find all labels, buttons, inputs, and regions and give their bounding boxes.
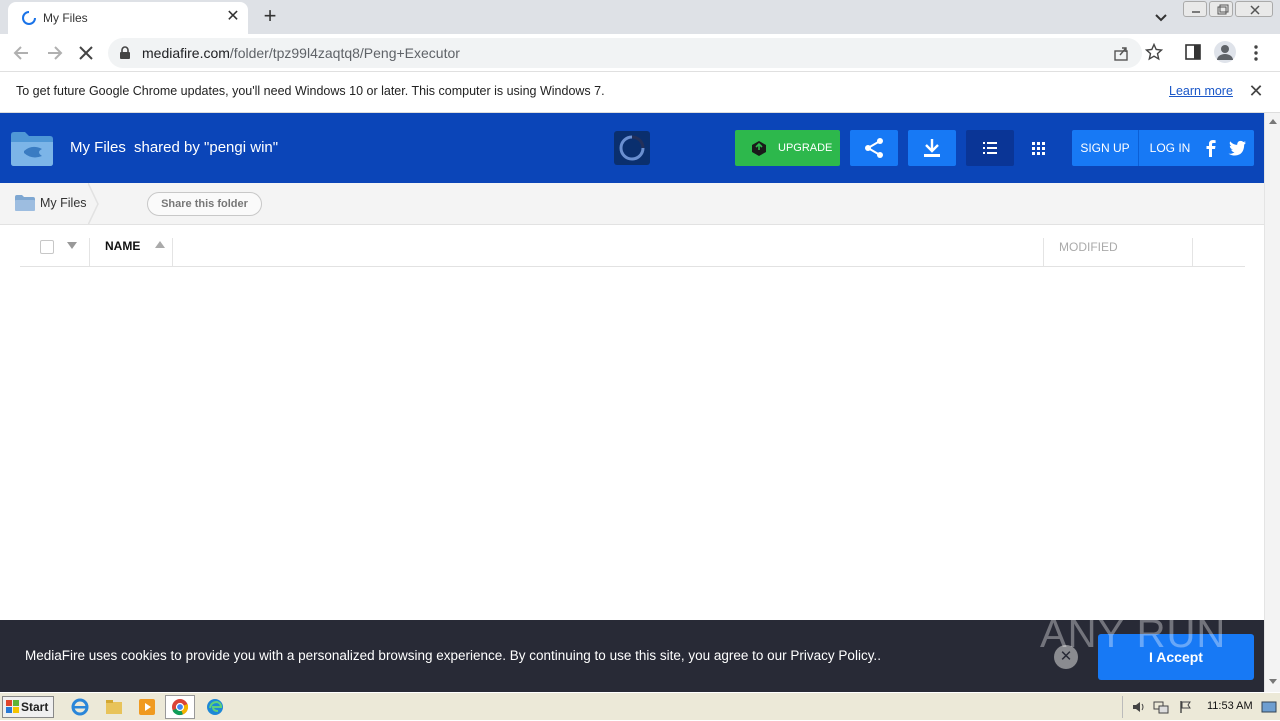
tab-close-icon[interactable]: ✕	[224, 8, 242, 26]
volume-icon[interactable]	[1131, 700, 1147, 714]
new-tab-icon[interactable]: +	[259, 5, 281, 27]
show-desktop-icon[interactable]	[1261, 700, 1277, 714]
list-view-button[interactable]	[966, 130, 1014, 166]
upgrade-label: UPGRADE	[778, 142, 833, 154]
side-panel-icon[interactable]	[1185, 44, 1201, 60]
loading-spinner	[614, 131, 650, 165]
folder-icon	[15, 195, 35, 211]
taskbar-clock[interactable]: 11:53 AM	[1207, 700, 1253, 712]
share-folder-button[interactable]: Share this folder	[147, 192, 262, 216]
address-bar[interactable]: mediafire.com/folder/tpz99l4zaqtq8/Peng+…	[108, 38, 1142, 68]
scroll-up-icon[interactable]	[1268, 117, 1278, 125]
taskbar: Start 11:53 AM	[0, 692, 1280, 720]
tab-strip: My Files ✕ +	[0, 0, 1280, 34]
profile-avatar-icon[interactable]	[1214, 41, 1236, 63]
sign-up-button[interactable]: SIGN UP	[1072, 130, 1139, 166]
download-button[interactable]	[908, 130, 956, 166]
shared-by-label: shared by "pengi win"	[134, 139, 279, 156]
breadcrumb-chevron	[88, 183, 99, 225]
upgrade-button[interactable]: UPGRADE	[735, 130, 840, 166]
column-name-header[interactable]: NAME	[105, 239, 140, 253]
column-divider	[89, 238, 90, 266]
tab-title: My Files	[43, 11, 88, 25]
share-button[interactable]	[850, 130, 898, 166]
chrome-taskbar-button[interactable]	[165, 695, 195, 719]
start-label: Start	[21, 700, 49, 714]
url-path: /folder/tpz99l4zaqtq8/Peng+Executor	[229, 45, 460, 61]
breadcrumb: My Files Share this folder	[0, 183, 1264, 225]
watermark: ANY RUN	[1040, 612, 1227, 656]
file-list-header: NAME MODIFIED	[20, 226, 1245, 267]
browser-tab[interactable]: My Files ✕	[8, 2, 248, 34]
twitter-icon[interactable]	[1227, 139, 1247, 157]
list-view-icon	[983, 142, 997, 154]
share-icon	[865, 138, 883, 158]
forward-arrow-icon[interactable]	[41, 40, 67, 66]
column-divider	[172, 238, 173, 266]
lock-icon[interactable]	[119, 46, 131, 60]
log-in-button[interactable]: LOG IN	[1140, 130, 1200, 166]
cookie-message: MediaFire uses cookies to provide you wi…	[25, 648, 881, 663]
breadcrumb-label: My Files	[40, 196, 87, 210]
internet-explorer-icon[interactable]	[70, 697, 90, 717]
browser-toolbar: mediafire.com/folder/tpz99l4zaqtq8/Peng+…	[0, 34, 1280, 72]
select-options-caret-icon[interactable]	[67, 242, 77, 249]
url-text[interactable]: mediafire.com/folder/tpz99l4zaqtq8/Peng+…	[142, 45, 460, 61]
window-close-icon[interactable]	[1235, 1, 1273, 17]
stop-loading-icon[interactable]	[73, 40, 99, 66]
start-button[interactable]: Start	[2, 696, 54, 718]
folder-logo-icon	[11, 132, 53, 166]
learn-more-link[interactable]: Learn more	[1169, 84, 1233, 98]
infobar-message: To get future Google Chrome updates, you…	[16, 84, 605, 98]
grid-view-icon	[1032, 142, 1045, 155]
edge-icon[interactable]	[205, 697, 225, 717]
auth-group: SIGN UP LOG IN	[1072, 130, 1254, 166]
file-explorer-icon[interactable]	[104, 697, 124, 717]
loading-spinner-icon	[22, 11, 36, 25]
facebook-icon[interactable]	[1202, 139, 1220, 157]
breadcrumb-my-files[interactable]: My Files	[0, 183, 99, 225]
system-tray: 11:53 AM	[1122, 696, 1278, 718]
column-divider	[1043, 238, 1044, 266]
page-title: My Files	[70, 139, 126, 156]
bookmark-star-icon[interactable]	[1145, 43, 1163, 61]
windows-logo-icon	[6, 700, 19, 713]
grid-view-button[interactable]	[1014, 130, 1062, 166]
page-scrollbar[interactable]	[1264, 113, 1280, 692]
upgrade-box-icon	[752, 141, 766, 156]
sort-ascending-icon[interactable]	[155, 241, 165, 248]
media-player-icon[interactable]	[137, 697, 157, 717]
back-arrow-icon[interactable]	[9, 40, 35, 66]
url-domain: mediafire.com	[142, 45, 230, 61]
select-all-checkbox[interactable]	[40, 240, 54, 254]
download-icon	[924, 139, 940, 157]
infobar-close-icon[interactable]: ✕	[1247, 82, 1265, 100]
restore-icon[interactable]	[1209, 1, 1233, 17]
chrome-icon	[172, 699, 189, 716]
update-infobar: To get future Google Chrome updates, you…	[0, 72, 1280, 113]
network-icon[interactable]	[1153, 700, 1169, 714]
mediafire-header: My Files shared by "pengi win" UPGRADE S…	[0, 113, 1264, 183]
column-modified-header[interactable]: MODIFIED	[1059, 240, 1118, 254]
action-center-flag-icon[interactable]	[1179, 700, 1193, 714]
menu-kebab-icon[interactable]	[1252, 44, 1260, 62]
scroll-down-icon[interactable]	[1268, 678, 1278, 686]
minimize-icon[interactable]	[1183, 1, 1207, 17]
chevron-down-icon[interactable]	[1150, 6, 1172, 28]
column-divider	[1192, 238, 1193, 266]
share-page-icon[interactable]	[1113, 45, 1130, 62]
